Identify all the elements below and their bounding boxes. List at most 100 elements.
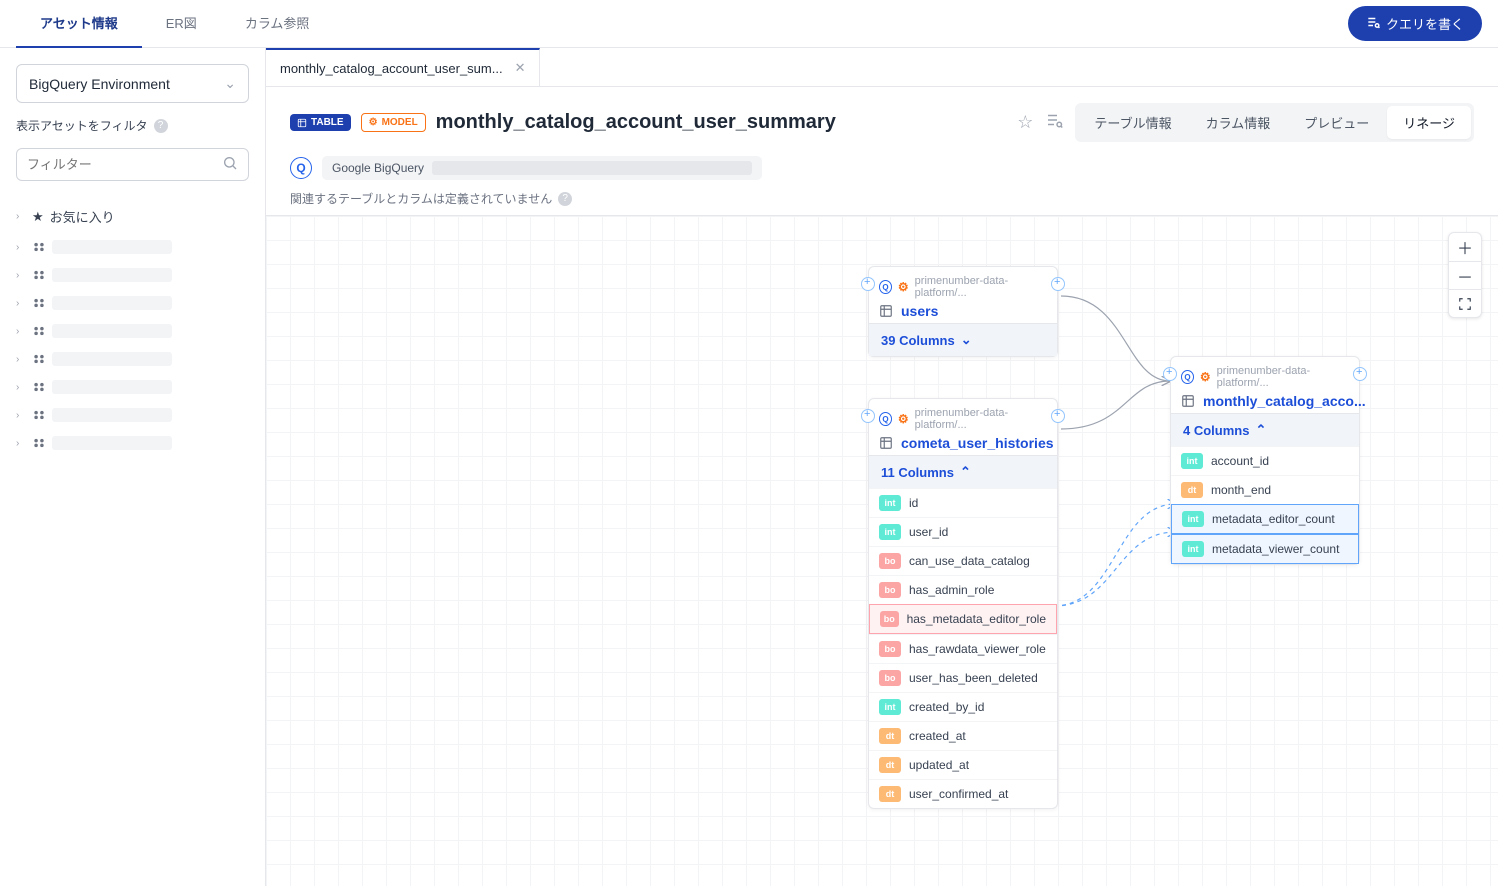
column-item[interactable]: dtupdated_at xyxy=(869,750,1057,779)
close-icon[interactable]: ✕ xyxy=(515,60,526,76)
tab-er-diagram[interactable]: ER図 xyxy=(142,0,221,48)
star-icon[interactable]: ☆ xyxy=(1017,112,1033,133)
column-item[interactable]: intcreated_by_id xyxy=(869,692,1057,721)
subtab-preview[interactable]: プレビュー xyxy=(1288,106,1385,139)
node-path: Q ⚙ primenumber-data-platform/... xyxy=(1181,365,1349,389)
tree-item[interactable]: › xyxy=(16,404,249,426)
note-text: 関連するテーブルとカラムは定義されていません xyxy=(290,190,552,207)
database-icon xyxy=(32,436,46,450)
table-icon xyxy=(1181,394,1195,408)
tab-column-ref[interactable]: カラム参照 xyxy=(221,0,334,48)
chevron-down-icon: ⌄ xyxy=(961,332,972,348)
query-button-label: クエリを書く xyxy=(1386,14,1464,33)
bigquery-icon: Q xyxy=(1181,370,1194,384)
table-badge: TABLE xyxy=(290,114,351,131)
port-out[interactable] xyxy=(1051,409,1065,423)
node-title: users xyxy=(901,303,938,319)
column-item[interactable]: dtcreated_at xyxy=(869,721,1057,750)
lineage-node-histories[interactable]: Q ⚙ primenumber-data-platform/... cometa… xyxy=(868,398,1058,809)
query-icon xyxy=(1366,15,1380,32)
port-in[interactable] xyxy=(861,277,875,291)
tree-item[interactable]: › xyxy=(16,432,249,454)
type-date-icon: dt xyxy=(879,757,901,773)
write-query-button[interactable]: クエリを書く xyxy=(1348,6,1482,41)
env-select-label: BigQuery Environment xyxy=(29,76,170,92)
columns-toggle[interactable]: 39 Columns ⌄ xyxy=(869,323,1057,356)
table-icon xyxy=(879,304,893,318)
type-date-icon: dt xyxy=(1181,482,1203,498)
database-icon xyxy=(32,408,46,422)
tree-item[interactable]: › xyxy=(16,292,249,314)
column-item[interactable]: bouser_has_been_deleted xyxy=(869,663,1057,692)
type-int-icon: int xyxy=(879,699,901,715)
tree-item[interactable]: › xyxy=(16,236,249,258)
columns-toggle[interactable]: 11 Columns ⌃ xyxy=(869,455,1057,488)
lineage-node-users[interactable]: Q ⚙ primenumber-data-platform/... users … xyxy=(868,266,1058,357)
port-in[interactable] xyxy=(1163,367,1177,381)
column-item[interactable]: intid xyxy=(869,488,1057,517)
type-bool-icon: bo xyxy=(879,582,901,598)
help-icon[interactable]: ? xyxy=(558,192,572,206)
tree-item-label: お気に入り xyxy=(50,207,115,226)
type-date-icon: dt xyxy=(879,728,901,744)
zoom-in-button[interactable]: ＋ xyxy=(1449,233,1481,261)
column-item[interactable]: bocan_use_data_catalog xyxy=(869,546,1057,575)
column-item[interactable]: bohas_rawdata_viewer_role xyxy=(869,634,1057,663)
columns-toggle[interactable]: 4 Columns ⌃ xyxy=(1171,413,1359,446)
table-icon xyxy=(879,436,893,450)
port-out[interactable] xyxy=(1051,277,1065,291)
type-date-icon: dt xyxy=(879,786,901,802)
env-select[interactable]: BigQuery Environment ⌄ xyxy=(16,64,249,103)
lineage-node-summary[interactable]: Q ⚙ primenumber-data-platform/... monthl… xyxy=(1170,356,1360,565)
bigquery-icon: Q xyxy=(879,280,892,294)
type-bool-icon: bo xyxy=(879,553,901,569)
column-item[interactable]: bohas_admin_role xyxy=(869,575,1057,604)
filter-field[interactable] xyxy=(27,157,222,172)
help-icon[interactable]: ? xyxy=(154,119,168,133)
subtab-column-info[interactable]: カラム情報 xyxy=(1190,106,1287,139)
node-title: monthly_catalog_acco... xyxy=(1203,393,1366,409)
star-icon: ★ xyxy=(32,209,44,225)
node-path: Q ⚙ primenumber-data-platform/... xyxy=(879,275,1047,299)
column-item[interactable]: intaccount_id xyxy=(1171,446,1359,475)
database-icon xyxy=(32,296,46,310)
column-item[interactable]: intmetadata_editor_count xyxy=(1171,504,1359,534)
port-in[interactable] xyxy=(861,409,875,423)
node-title: cometa_user_histories xyxy=(901,435,1054,451)
tree-item[interactable]: › xyxy=(16,376,249,398)
fullscreen-button[interactable] xyxy=(1449,289,1481,317)
chevron-right-icon: › xyxy=(16,211,26,222)
lineage-canvas[interactable]: Q ⚙ primenumber-data-platform/... users … xyxy=(266,216,1498,886)
tree-item[interactable]: › xyxy=(16,264,249,286)
tree-favorites[interactable]: › ★ お気に入り xyxy=(16,203,249,230)
type-bool-icon: bo xyxy=(879,670,901,686)
subtab-lineage[interactable]: リネージ xyxy=(1387,106,1471,139)
model-icon: ⚙ xyxy=(898,280,909,294)
database-icon xyxy=(32,240,46,254)
model-icon: ⚙ xyxy=(898,412,909,426)
filter-input[interactable] xyxy=(16,148,249,181)
type-int-icon: int xyxy=(879,524,901,540)
column-item[interactable]: bohas_metadata_editor_role xyxy=(869,604,1057,634)
search-list-icon[interactable] xyxy=(1045,111,1063,134)
chevron-up-icon: ⌃ xyxy=(1255,422,1266,438)
database-icon xyxy=(32,324,46,338)
port-out[interactable] xyxy=(1353,367,1367,381)
database-icon xyxy=(32,268,46,282)
sidebar: BigQuery Environment ⌄ 表示アセットをフィルタ ? › ★… xyxy=(0,48,266,886)
column-item[interactable]: intuser_id xyxy=(869,517,1057,546)
column-item[interactable]: dtuser_confirmed_at xyxy=(869,779,1057,808)
zoom-out-button[interactable]: － xyxy=(1449,261,1481,289)
tree-item[interactable]: › xyxy=(16,348,249,370)
tab-asset-info[interactable]: アセット情報 xyxy=(16,0,142,48)
subtab-table-info[interactable]: テーブル情報 xyxy=(1078,106,1187,139)
type-int-icon: int xyxy=(1182,511,1204,527)
database-icon xyxy=(32,380,46,394)
type-bool-icon: bo xyxy=(879,641,901,657)
file-tab[interactable]: monthly_catalog_account_user_sum... ✕ xyxy=(266,48,540,86)
column-item[interactable]: intmetadata_viewer_count xyxy=(1171,534,1359,564)
page-title: monthly_catalog_account_user_summary xyxy=(436,111,836,134)
type-int-icon: int xyxy=(879,495,901,511)
column-item[interactable]: dtmonth_end xyxy=(1171,475,1359,504)
tree-item[interactable]: › xyxy=(16,320,249,342)
